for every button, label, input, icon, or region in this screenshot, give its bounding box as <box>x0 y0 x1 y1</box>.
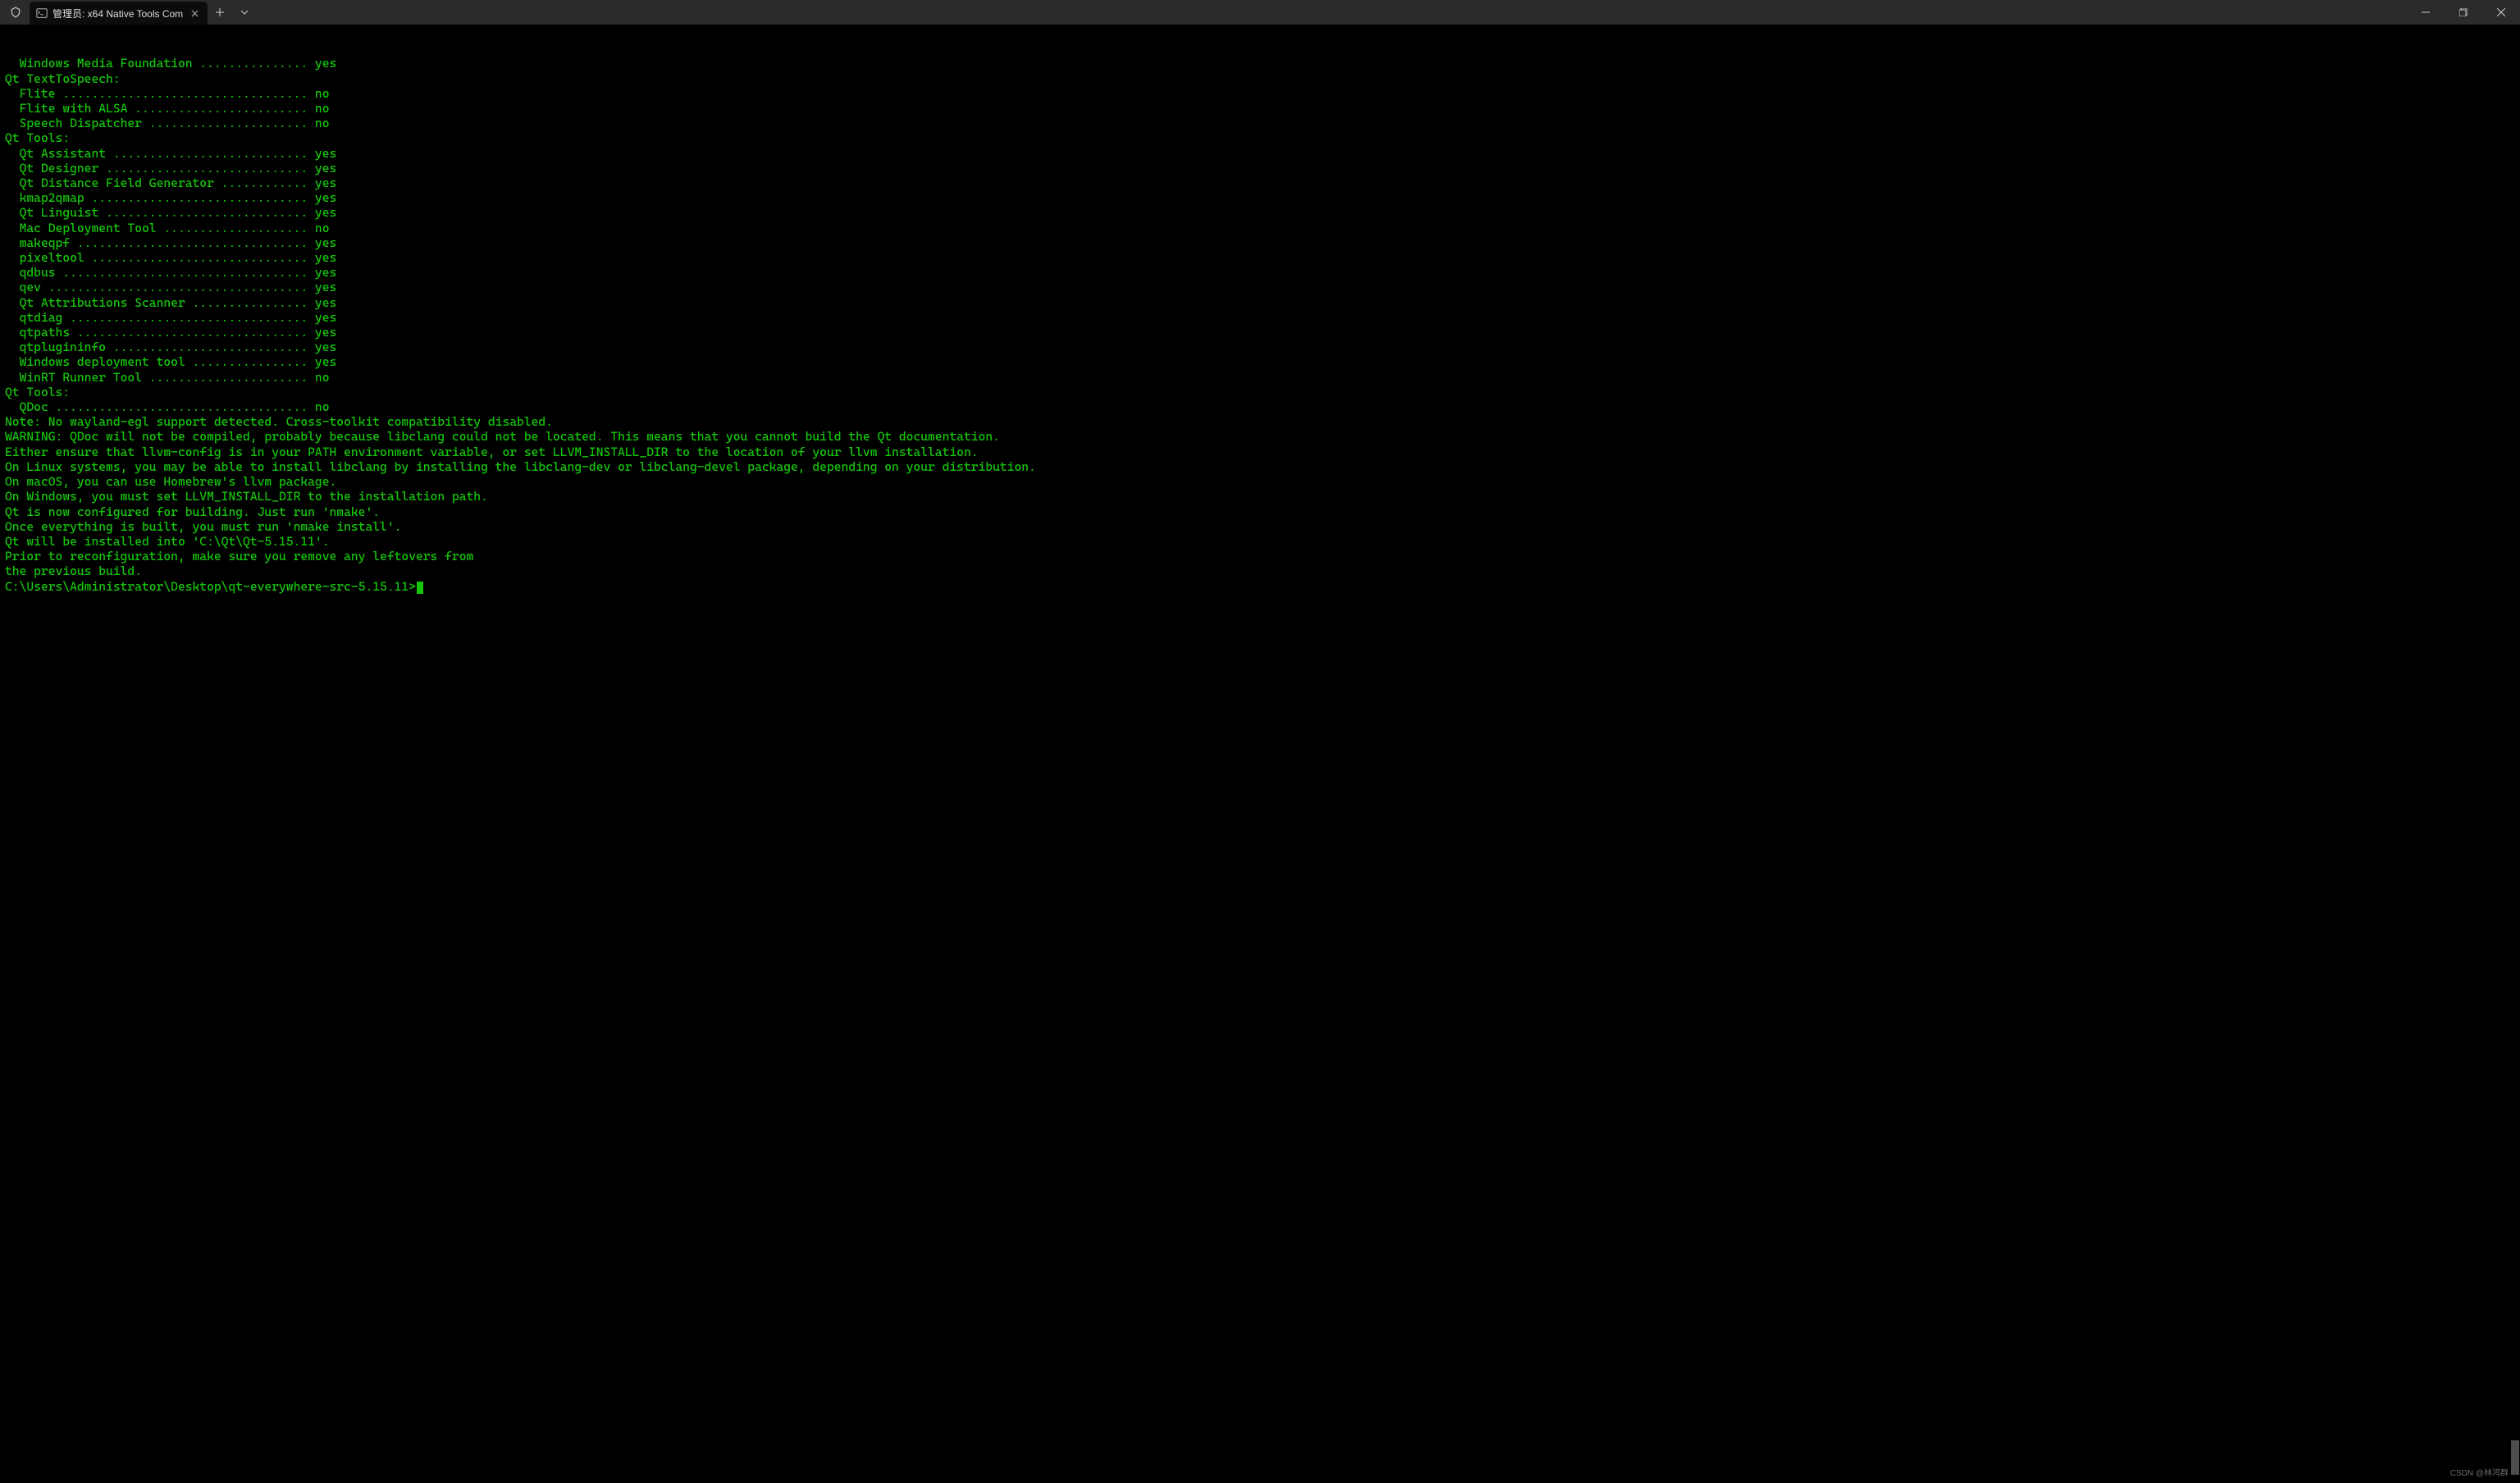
titlebar: 管理员: x64 Native Tools Com <box>0 0 2520 25</box>
shield-icon <box>8 5 23 20</box>
terminal-line: Qt is now configured for building. Just … <box>5 504 2515 519</box>
tab-close-button[interactable] <box>188 7 201 20</box>
terminal-line: QDoc ...................................… <box>5 399 2515 414</box>
new-tab-button[interactable] <box>208 1 232 24</box>
window-controls <box>2407 0 2520 25</box>
scrollbar[interactable] <box>2510 25 2520 1483</box>
terminal-line: Qt Tools: <box>5 385 2515 399</box>
terminal-line: Qt Assistant ...........................… <box>5 146 2515 161</box>
terminal-line: qdbus ..................................… <box>5 265 2515 280</box>
terminal-line: Flite ..................................… <box>5 86 2515 101</box>
terminal-line: kmap2qmap ..............................… <box>5 190 2515 205</box>
cursor <box>417 582 423 594</box>
maximize-button[interactable] <box>2445 0 2482 25</box>
minimize-button[interactable] <box>2407 0 2445 25</box>
terminal-line: Speech Dispatcher ......................… <box>5 116 2515 130</box>
terminal-output: Windows Media Foundation ...............… <box>5 56 2515 578</box>
terminal-line: Note: No wayland-egl support detected. C… <box>5 414 2515 429</box>
tab-dropdown-button[interactable] <box>232 1 257 24</box>
terminal-line: Qt TextToSpeech: <box>5 71 2515 86</box>
tab-active[interactable]: 管理员: x64 Native Tools Com <box>30 2 208 25</box>
watermark: CSDN @林鸿群 <box>2450 1467 2509 1481</box>
close-button[interactable] <box>2482 0 2520 25</box>
terminal-line: Windows Media Foundation ...............… <box>5 56 2515 71</box>
terminal-line: Qt Linguist ............................… <box>5 205 2515 220</box>
terminal-line: Qt Distance Field Generator ............… <box>5 176 2515 190</box>
tab-region: 管理员: x64 Native Tools Com <box>0 0 257 25</box>
terminal-line: Mac Deployment Tool ....................… <box>5 221 2515 235</box>
terminal-line: Qt Designer ............................… <box>5 161 2515 176</box>
terminal-icon <box>36 7 48 19</box>
terminal-line: qtpaths ................................… <box>5 325 2515 340</box>
terminal-area[interactable]: Windows Media Foundation ...............… <box>0 25 2520 1483</box>
terminal-line: Windows deployment tool ................… <box>5 354 2515 369</box>
tab-title: 管理员: x64 Native Tools Com <box>52 7 183 21</box>
terminal-line: qtplugininfo ...........................… <box>5 340 2515 354</box>
prompt-line: C:\Users\Administrator\Desktop\qt-everyw… <box>5 579 2515 594</box>
terminal-line: Prior to reconfiguration, make sure you … <box>5 549 2515 564</box>
prompt-text: C:\Users\Administrator\Desktop\qt-everyw… <box>5 579 416 594</box>
terminal-line: qev ....................................… <box>5 280 2515 294</box>
terminal-line: WARNING: QDoc will not be compiled, prob… <box>5 429 2515 444</box>
terminal-line: Qt will be installed into 'C:\Qt\Qt-5.15… <box>5 534 2515 549</box>
terminal-line: the previous build. <box>5 564 2515 578</box>
terminal-line: Qt Attributions Scanner ................… <box>5 295 2515 310</box>
terminal-line: Either ensure that llvm-config is in you… <box>5 445 2515 459</box>
terminal-line: pixeltool ..............................… <box>5 250 2515 265</box>
terminal-line: On macOS, you can use Homebrew's llvm pa… <box>5 474 2515 489</box>
terminal-line: WinRT Runner Tool ......................… <box>5 370 2515 385</box>
terminal-line: On Linux systems, you may be able to ins… <box>5 459 2515 474</box>
terminal-line: qtdiag .................................… <box>5 310 2515 325</box>
terminal-line: Once everything is built, you must run '… <box>5 519 2515 534</box>
scroll-thumb[interactable] <box>2511 1440 2519 1475</box>
terminal-line: Qt Tools: <box>5 130 2515 145</box>
terminal-line: On Windows, you must set LLVM_INSTALL_DI… <box>5 489 2515 504</box>
terminal-line: makeqpf ................................… <box>5 235 2515 250</box>
terminal-line: Flite with ALSA ........................… <box>5 101 2515 116</box>
